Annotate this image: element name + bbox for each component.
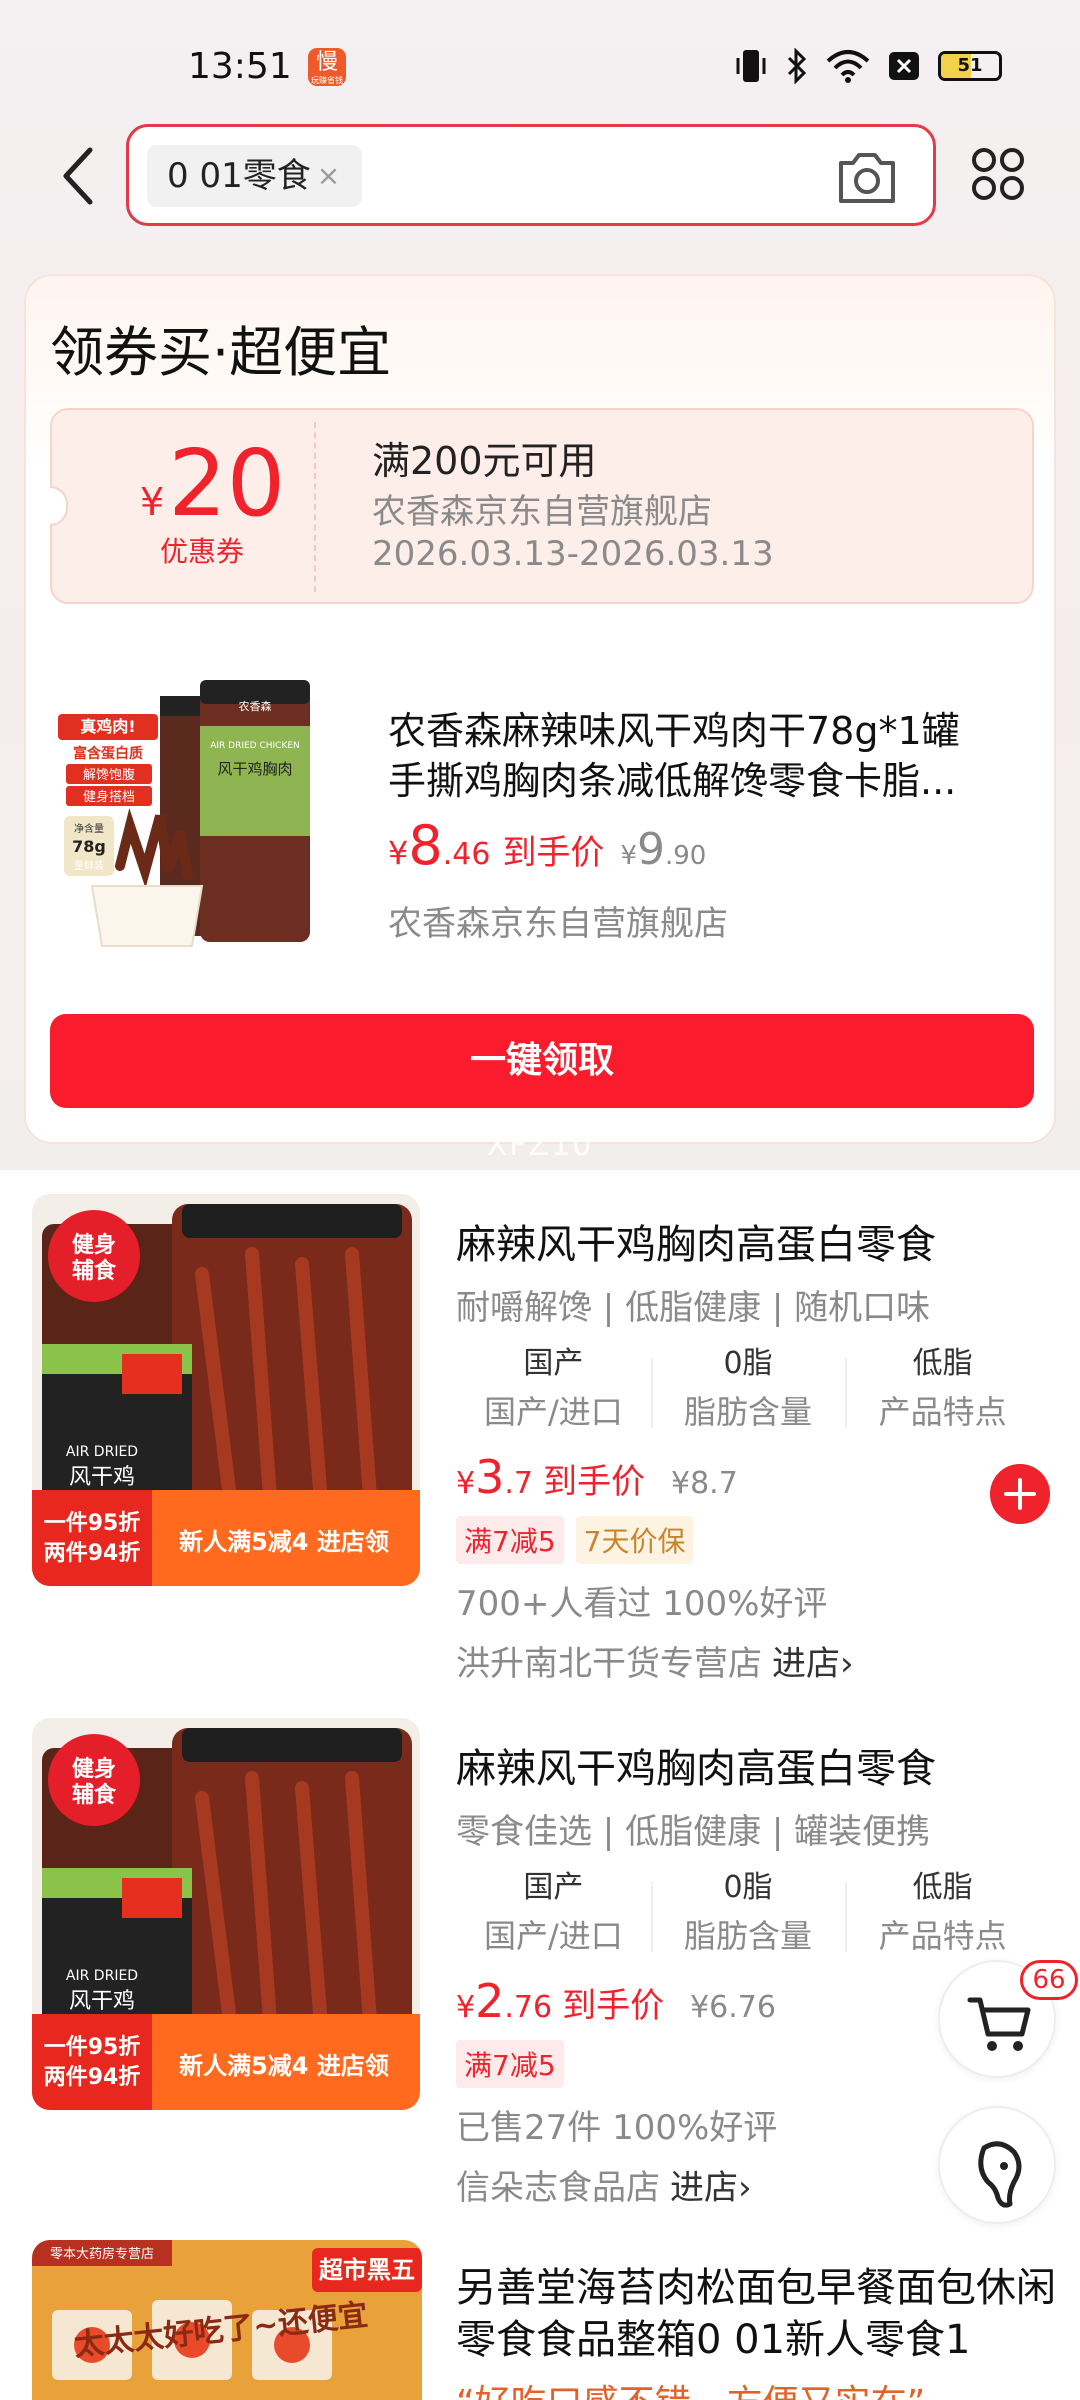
- product-image[interactable]: AIR DRIED 风干鸡 健身 辅食 一件95折 两件94折 新人满5减4 进…: [32, 1194, 420, 1586]
- featured-product-price: ¥ 8 .46 到手价 ¥9.90: [388, 814, 707, 877]
- product-meta: 已售27件 100%好评: [456, 2108, 778, 2148]
- spec-origin: 国产 国产/进口: [483, 1346, 623, 1431]
- spec-fat: 0脂 脂肪含量: [650, 1342, 846, 1446]
- spec-feature: 低脂 产品特点: [845, 1342, 1040, 1446]
- svg-text:超市黑五: 超市黑五: [319, 2256, 415, 2284]
- search-keyword: 0 01零食: [167, 156, 311, 196]
- clear-keyword-icon[interactable]: ×: [317, 145, 340, 207]
- spec-feature: 低脂 产品特点: [845, 1866, 1040, 1970]
- coupon-condition: 满200元可用: [372, 439, 597, 483]
- status-bar: 13:51 慢 玩赚省钱 51: [0, 0, 1080, 130]
- status-icons: 51: [734, 46, 1002, 86]
- coupon-ticket[interactable]: ¥ 20 优惠券 满200元可用 农香森京东自营旗舰店 2026.03.13-2…: [50, 408, 1034, 604]
- coupon-divider: [314, 422, 316, 592]
- price-protect-badge: 7天价保: [575, 1516, 694, 1564]
- product-shop[interactable]: 洪升南北干货专营店 进店›: [456, 1636, 854, 1685]
- svg-text:农香森: 农香森: [239, 699, 272, 713]
- spec-origin: 国产 国产/进口: [483, 1870, 623, 1955]
- svg-text:风干鸡: 风干鸡: [69, 1989, 135, 2014]
- svg-text:量鲜装: 量鲜装: [74, 859, 104, 872]
- product-specs: 国产 国产/进口 0脂 脂肪含量 低脂 产品特点: [456, 1342, 1040, 1446]
- product-badges: 满7减5: [456, 2040, 564, 2088]
- svg-text:新人满5减4 进店领: 新人满5减4 进店领: [179, 2052, 389, 2080]
- featured-original-price: ¥9.90: [620, 824, 707, 875]
- wifi-icon: [826, 50, 870, 83]
- product-card[interactable]: AIR DRIED 风干鸡 健身 辅食 一件95折 两件94折 新人满5减4 进…: [0, 1718, 1080, 2218]
- product-price: ¥ 2 .76 到手价 ¥6.76: [456, 1974, 776, 2028]
- spec-fat: 0脂 脂肪含量: [650, 1866, 846, 1970]
- watermark: XFZ10: [486, 1128, 594, 1163]
- svg-text:风干鸡: 风干鸡: [69, 1465, 135, 1490]
- svg-text:风干鸡胸肉: 风干鸡胸肉: [217, 760, 292, 778]
- battery-icon: 51: [938, 51, 1002, 81]
- product-tags: 耐嚼解馋 | 低脂健康 | 随机口味: [456, 1288, 931, 1328]
- original-price: ¥8.7: [671, 1466, 738, 1501]
- search-keyword-tag[interactable]: 0 01零食 ×: [147, 145, 363, 207]
- back-chevron-icon[interactable]: [58, 146, 98, 206]
- svg-text:零本大药房专营店: 零本大药房专营店: [50, 2246, 154, 2262]
- svg-text:AIR DRIED CHICKEN: AIR DRIED CHICKEN: [210, 741, 300, 751]
- vibrate-icon: [736, 50, 766, 82]
- grid-menu-icon[interactable]: [970, 146, 1026, 202]
- svg-text:新人满5减4 进店领: 新人满5减4 进店领: [179, 1528, 389, 1556]
- svg-text:辅食: 辅食: [72, 1782, 117, 1808]
- product-badges: 满7减5 7天价保: [456, 1516, 694, 1564]
- camera-icon[interactable]: [835, 147, 899, 207]
- svg-text:净含量: 净含量: [74, 822, 104, 835]
- svg-text:AIR DRIED: AIR DRIED: [66, 1444, 138, 1460]
- promo-badge: 满7减5: [456, 1516, 564, 1564]
- svg-text:解馋饱腹: 解馋饱腹: [83, 767, 135, 783]
- product-meta: 700+人看过 100%好评: [456, 1584, 828, 1624]
- svg-text:辅食: 辅食: [72, 1258, 117, 1284]
- featured-product-shop[interactable]: 农香森京东自营旗舰店: [388, 896, 728, 945]
- search-input[interactable]: 0 01零食 ×: [126, 124, 936, 226]
- svg-text:健身: 健身: [72, 1232, 116, 1258]
- product-shop[interactable]: 信朵志食品店 进店›: [456, 2160, 752, 2209]
- product-price: ¥ 3 .7 到手价 ¥8.7: [456, 1450, 738, 1504]
- product-title[interactable]: 麻辣风干鸡胸肉高蛋白零食: [456, 1736, 936, 1794]
- product-review-quote: “好吃口感不错，方便又实在”: [456, 2374, 925, 2400]
- floating-footprint-button[interactable]: [938, 2106, 1056, 2224]
- bluetooth-icon: [787, 48, 807, 84]
- product-title[interactable]: 麻辣风干鸡胸肉高蛋白零食: [456, 1212, 936, 1270]
- enter-shop-link[interactable]: 进店›: [670, 2168, 752, 2208]
- coupon-card: 领券买·超便宜 ¥ 20 优惠券 满200元可用 农香森京东自营旗舰店 2026…: [24, 274, 1056, 1144]
- svg-text:健身搭档: 健身搭档: [83, 789, 135, 805]
- promo-badge: 满7减5: [456, 2040, 564, 2088]
- cart-count-badge: 66: [1020, 1960, 1078, 2000]
- product-title[interactable]: 另善堂海苔肉松面包早餐面包休闲零食食品整箱0 01新人零食1: [456, 2262, 1056, 2366]
- app-notification-icon: 慢 玩赚省钱: [308, 48, 346, 86]
- svg-text:真鸡肉!: 真鸡肉!: [80, 717, 135, 736]
- svg-text:78g: 78g: [72, 837, 106, 856]
- featured-product-image[interactable]: 农香森 AIR DRIED CHICKEN 风干鸡胸肉 真鸡肉! 富含蛋白质 解…: [50, 666, 350, 966]
- coupon-shop: 农香森京东自营旗舰店: [372, 492, 712, 532]
- coupon-label: 优惠券: [160, 535, 245, 568]
- footprint-icon: [978, 2141, 1022, 2208]
- product-image[interactable]: 零本大药房专营店 超市黑五 太太太好吃了~还便宜: [32, 2240, 422, 2400]
- enter-shop-link[interactable]: 进店›: [772, 1644, 854, 1684]
- svg-text:两件94折: 两件94折: [44, 1541, 141, 1566]
- featured-product-title[interactable]: 农香森麻辣味风干鸡肉干78g*1罐 手撕鸡胸肉条减低解馋零食卡脂...: [388, 706, 1028, 806]
- product-specs: 国产 国产/进口 0脂 脂肪含量 低脂 产品特点: [456, 1866, 1040, 1970]
- coupon-amount: ¥ 20: [140, 430, 286, 537]
- svg-text:两件94折: 两件94折: [44, 2065, 141, 2090]
- claim-coupon-button[interactable]: 一键领取: [50, 1014, 1034, 1108]
- svg-text:一件95折: 一件95折: [44, 1511, 141, 1536]
- svg-text:富含蛋白质: 富含蛋白质: [73, 745, 143, 762]
- coupon-section-title: 领券买·超便宜: [50, 321, 392, 384]
- add-to-cart-plus-icon[interactable]: [990, 1464, 1050, 1524]
- original-price: ¥6.76: [690, 1990, 776, 2025]
- svg-text:健身: 健身: [72, 1756, 116, 1782]
- product-image[interactable]: AIR DRIED 风干鸡 健身 辅食 一件95折 两件94折 新人满5减4 进…: [32, 1718, 420, 2110]
- svg-text:AIR DRIED: AIR DRIED: [66, 1968, 138, 1984]
- status-time: 13:51: [188, 46, 292, 87]
- product-tags: 零食佳选 | 低脂健康 | 罐装便携: [456, 1812, 931, 1852]
- notification-x-icon: [889, 52, 919, 80]
- svg-text:一件95折: 一件95折: [44, 2035, 141, 2060]
- product-card[interactable]: AIR DRIED 风干鸡 健身 辅食 一件95折 两件94折 新人满5减4 进…: [0, 1194, 1080, 1694]
- coupon-date-range: 2026.03.13-2026.03.13: [372, 534, 774, 574]
